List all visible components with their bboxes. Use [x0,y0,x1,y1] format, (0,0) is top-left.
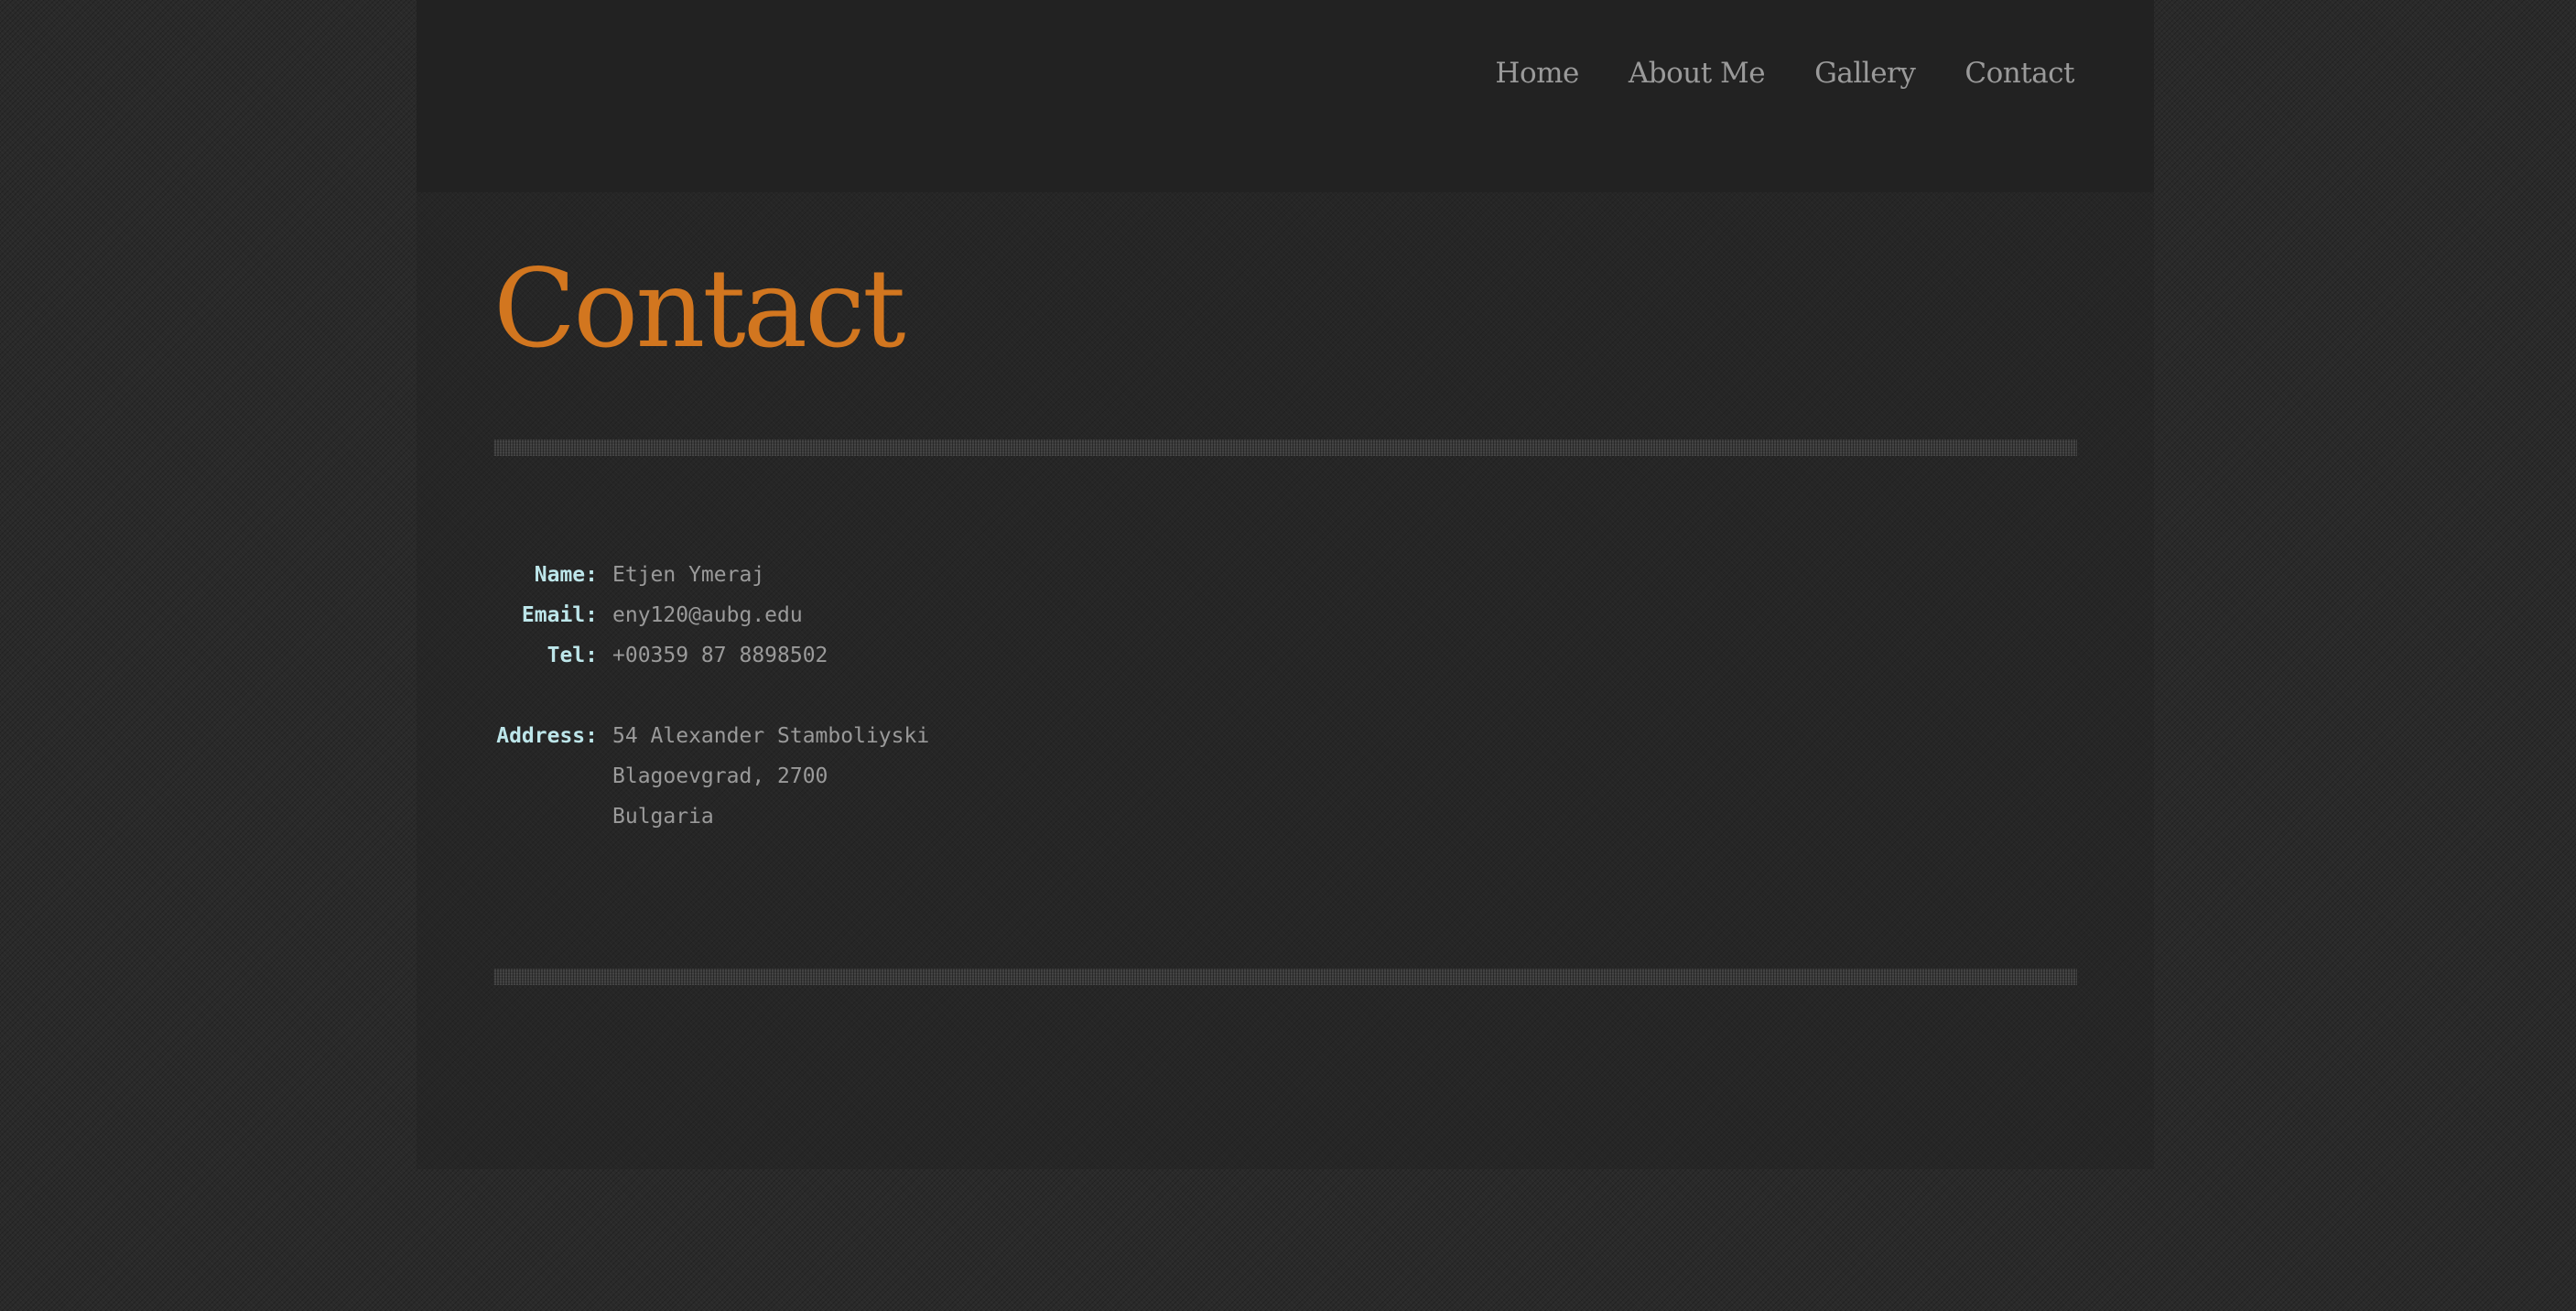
contact-row-email: Email: eny120@aubg.edu [493,595,1409,635]
contact-row-address-3: Bulgaria [493,796,1409,837]
page-container: Home About Me Gallery Contact Contact Na… [417,0,2154,1169]
nav-link-about-me[interactable]: About Me [1629,57,1766,90]
main-nav: Home About Me Gallery Contact [1495,57,2074,90]
divider-top [493,439,2077,456]
tel-label: Tel: [547,644,598,667]
address-line-2: Blagoevgrad, 2700 [612,764,828,788]
address-label: Address: [496,724,598,748]
nav-link-gallery[interactable]: Gallery [1814,57,1916,90]
contact-row-address: Address: 54 Alexander Stamboliyski [493,716,1409,756]
divider-bottom [493,969,2077,985]
name-value: Etjen Ymeraj [612,563,765,587]
nav-link-home[interactable]: Home [1495,57,1579,90]
contact-row-address-2: Blagoevgrad, 2700 [493,756,1409,796]
address-line-1: 54 Alexander Stamboliyski [612,724,930,748]
nav-link-contact[interactable]: Contact [1964,57,2074,90]
contact-row-tel: Tel: +00359 87 8898502 [493,635,1409,676]
email-value: eny120@aubg.edu [612,603,803,627]
email-label: Email: [521,603,598,627]
tel-value: +00359 87 8898502 [612,644,828,667]
site-header: Home About Me Gallery Contact [417,0,2154,192]
page-title: Contact [493,245,906,372]
contact-info: Name: Etjen Ymeraj Email: eny120@aubg.ed… [493,555,1409,837]
contact-row-name: Name: Etjen Ymeraj [493,555,1409,595]
name-label: Name: [534,563,598,587]
address-line-3: Bulgaria [612,805,714,829]
